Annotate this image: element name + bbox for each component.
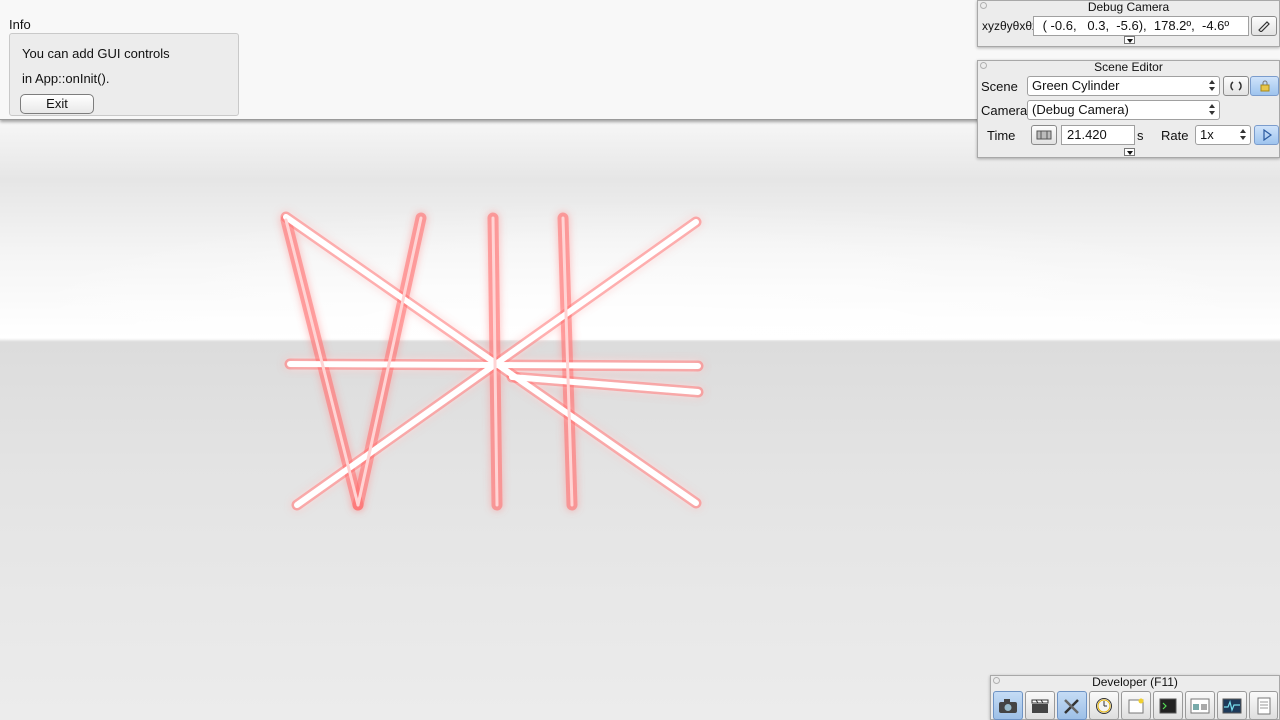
lock-scene-button[interactable]: [1250, 76, 1279, 96]
time-reset-button[interactable]: [1031, 125, 1057, 145]
camera-select[interactable]: (Debug Camera): [1027, 100, 1220, 120]
developer-titlebar[interactable]: Developer (F11): [991, 676, 1279, 688]
debug-camera-titlebar[interactable]: Debug Camera: [978, 1, 1279, 13]
log-icon: [1257, 697, 1270, 714]
profiler-icon: [1222, 698, 1242, 713]
scene-editor-titlebar[interactable]: Scene Editor: [978, 61, 1279, 73]
scene-label: Scene: [981, 79, 1018, 94]
console-button[interactable]: [1153, 691, 1183, 720]
time-unit: s: [1137, 128, 1144, 143]
debug-camera-window: Debug Camera xyzθyθxθz ( -0.6, 0.3, -5.6…: [977, 0, 1280, 47]
scene-select-value: Green Cylinder: [1032, 78, 1120, 93]
layout-button[interactable]: [1185, 691, 1215, 720]
developer-title: Developer (F11): [1092, 675, 1178, 689]
time-field[interactable]: 21.420: [1061, 125, 1135, 145]
camera-select-value: (Debug Camera): [1032, 102, 1129, 117]
play-button[interactable]: [1254, 125, 1279, 145]
scene-editor-title: Scene Editor: [1094, 60, 1163, 74]
window-icon: [1128, 698, 1144, 713]
camera-label: Camera: [981, 103, 1028, 118]
terminal-icon: [1159, 698, 1177, 713]
updown-arrow-icon: [1209, 104, 1216, 116]
pencil-icon: [1258, 21, 1270, 32]
reload-scene-button[interactable]: [1223, 76, 1249, 96]
time-label: Time: [987, 128, 1016, 143]
chevron-down-icon[interactable]: [1124, 148, 1135, 156]
clock-icon: [1096, 697, 1112, 714]
play-icon: [1262, 129, 1272, 141]
scene-select[interactable]: Green Cylinder: [1027, 76, 1220, 96]
info-text-line-2: in App::onInit().: [22, 71, 110, 86]
exit-button[interactable]: Exit: [20, 94, 94, 114]
film-icon: [1036, 130, 1052, 140]
scene-editor-window: Scene Editor Scene Green Cylinder Camera…: [977, 60, 1280, 158]
scene-tool-button[interactable]: [1025, 691, 1055, 720]
debug-camera-title: Debug Camera: [1087, 0, 1170, 14]
info-pane-title: Info: [9, 17, 31, 32]
close-icon[interactable]: [993, 677, 1000, 684]
updown-arrow-icon: [1209, 80, 1216, 92]
close-icon[interactable]: [980, 62, 987, 69]
info-pane: You can add GUI controls in App::onInit(…: [9, 33, 239, 116]
rate-label: Rate: [1161, 128, 1189, 143]
xyz-label: xyzθyθxθz: [982, 19, 1039, 33]
reload-icon: [1230, 81, 1242, 91]
layout-icon: [1190, 698, 1210, 713]
profiler-button[interactable]: [1217, 691, 1247, 720]
developer-window: Developer (F11): [990, 675, 1280, 720]
chevron-down-icon[interactable]: [1124, 36, 1135, 44]
close-icon[interactable]: [980, 2, 987, 9]
log-button[interactable]: [1249, 691, 1278, 720]
updown-arrow-icon: [1240, 129, 1247, 141]
window-tool-button[interactable]: [1121, 691, 1151, 720]
tools-icon: [1064, 698, 1079, 714]
clapperboard-icon: [1031, 699, 1049, 713]
camera-tool-button[interactable]: [993, 691, 1023, 720]
tools-button[interactable]: [1057, 691, 1087, 720]
clock-tool-button[interactable]: [1089, 691, 1119, 720]
rate-select[interactable]: 1x: [1195, 125, 1251, 145]
info-text-line-1: You can add GUI controls: [22, 46, 170, 61]
rate-select-value: 1x: [1200, 127, 1214, 142]
camera-position-field[interactable]: ( -0.6, 0.3, -5.6), 178.2º, -4.6º: [1033, 16, 1249, 36]
camera-icon: [999, 698, 1017, 713]
lock-icon: [1260, 80, 1269, 92]
copy-camera-button[interactable]: [1251, 16, 1277, 36]
